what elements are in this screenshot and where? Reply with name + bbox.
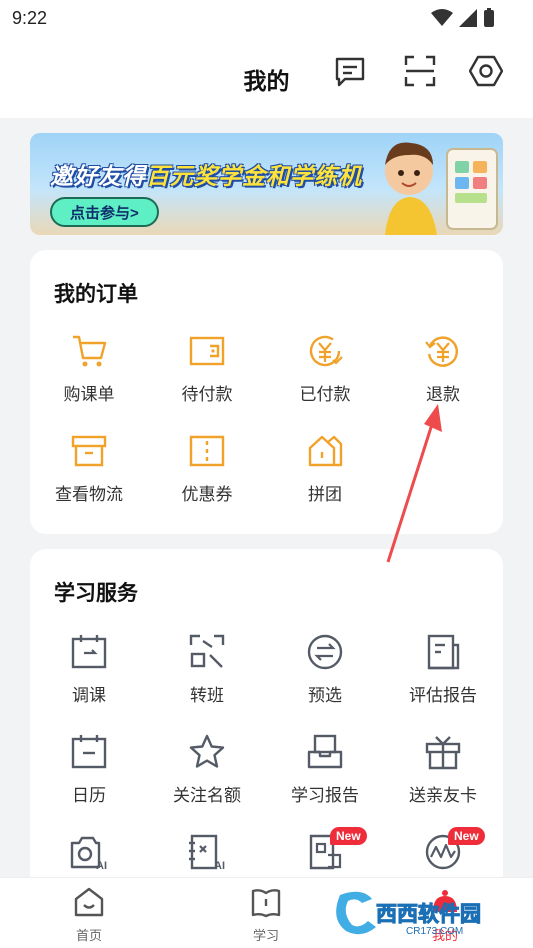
report-icon [427, 634, 460, 670]
service-label: 学习报告 [291, 786, 359, 805]
preselect-icon [307, 634, 343, 670]
watermark-logo: 西西软件园 CR173.COM [336, 891, 482, 937]
banner-title-part1: 邀好友得 [50, 163, 146, 189]
box-icon [71, 435, 107, 467]
service-item-assessment[interactable]: 评估报告 [384, 633, 502, 706]
tab-label: 学习 [252, 928, 279, 943]
service-item-calendar[interactable]: 日历 [30, 733, 148, 806]
battery-icon [484, 8, 494, 27]
orders-title: 我的订单 [54, 283, 138, 306]
banner-title: 邀好友得百元奖学金和学练机 [50, 157, 362, 191]
transfer-icon [189, 634, 225, 668]
service-item-reschedule[interactable]: 调课 [30, 633, 148, 706]
order-item-cart[interactable]: 购课单 [30, 332, 148, 405]
order-item-paid[interactable]: 已付款 [266, 332, 384, 405]
scan-icon[interactable] [403, 54, 437, 88]
star-icon [189, 734, 225, 768]
refund-icon [425, 336, 458, 367]
book-icon [251, 889, 281, 918]
services-card: 学习服务 调课 转班 预选 评估报告 日历 关注名额 学习报告 送亲友卡 AI … [30, 549, 503, 909]
service-label: 送亲友卡 [409, 786, 477, 805]
watermark: 西西软件园 CR173.COM [334, 889, 524, 937]
order-label: 拼团 [308, 485, 342, 504]
service-item-ai-notebook[interactable]: AI [148, 833, 266, 871]
services-title: 学习服务 [54, 582, 138, 605]
service-label: 预选 [308, 686, 342, 705]
tab-home[interactable]: 首页 [49, 886, 129, 944]
wifi-icon [431, 9, 453, 26]
service-label: 关注名额 [173, 786, 241, 805]
coupon-icon [189, 435, 225, 467]
service-label: 调课 [72, 686, 106, 705]
group-icon [308, 435, 343, 467]
service-label: 转班 [190, 686, 224, 705]
status-icons [431, 8, 495, 28]
tab-label: 首页 [75, 928, 102, 943]
order-label: 查看物流 [55, 485, 123, 504]
gift-icon [425, 736, 461, 770]
status-time: 9:22 [12, 8, 48, 28]
wallet-icon [189, 336, 225, 366]
page-title: 我的 [243, 68, 290, 94]
calendar-icon [71, 735, 107, 769]
watermark-text: 西西软件园 [376, 902, 481, 926]
service-item-transfer[interactable]: 转班 [148, 633, 266, 706]
ai-camera-icon: AI [70, 836, 107, 871]
service-label: 日历 [72, 786, 106, 805]
order-label: 已付款 [299, 385, 351, 404]
watermark-sub: CR173.COM [406, 926, 463, 937]
order-label: 优惠券 [181, 485, 233, 504]
order-item-logistics[interactable]: 查看物流 [30, 432, 148, 505]
service-item-ai-camera[interactable]: AI [30, 833, 148, 871]
cart-icon [73, 335, 107, 367]
banner-illustration [385, 142, 498, 235]
service-item-preselect[interactable]: 预选 [266, 633, 384, 706]
service-item-gift-card[interactable]: 送亲友卡 [384, 733, 502, 806]
tab-study[interactable]: 学习 [226, 886, 306, 944]
home-icon [74, 887, 104, 917]
order-item-refund[interactable]: 退款 [384, 332, 502, 405]
service-item-study-report[interactable]: 学习报告 [266, 733, 384, 806]
order-item-group[interactable]: 拼团 [266, 432, 384, 505]
signal-icon [459, 9, 477, 27]
order-label: 待付款 [181, 385, 233, 404]
service-item-wave[interactable]: New [384, 827, 502, 871]
reschedule-icon [71, 635, 107, 669]
new-badge: New [330, 827, 367, 845]
svg-text:AI: AI [214, 860, 225, 871]
banner-join-button[interactable]: 点击参与> [50, 197, 159, 227]
service-item-follow[interactable]: 关注名额 [148, 733, 266, 806]
banner-title-highlight: 百元奖学金和学练机 [146, 163, 362, 189]
new-badge: New [448, 827, 485, 845]
service-item-ai-scan[interactable]: New [266, 827, 384, 871]
settings-icon[interactable] [469, 54, 503, 88]
page-header: 我的 [0, 36, 533, 118]
order-item-unpaid[interactable]: 待付款 [148, 332, 266, 405]
annotation-arrow-icon [386, 404, 442, 563]
study-report-icon [307, 734, 343, 769]
order-label: 购课单 [63, 385, 115, 404]
paid-icon [309, 335, 343, 367]
status-bar: 9:22 [0, 0, 533, 36]
promo-banner[interactable]: 邀好友得百元奖学金和学练机 点击参与> [30, 133, 503, 235]
service-label: 评估报告 [409, 686, 477, 705]
order-item-coupon[interactable]: 优惠券 [148, 432, 266, 505]
message-icon[interactable] [333, 54, 367, 88]
ai-notebook-icon: AI [189, 834, 225, 871]
svg-text:AI: AI [96, 860, 107, 871]
